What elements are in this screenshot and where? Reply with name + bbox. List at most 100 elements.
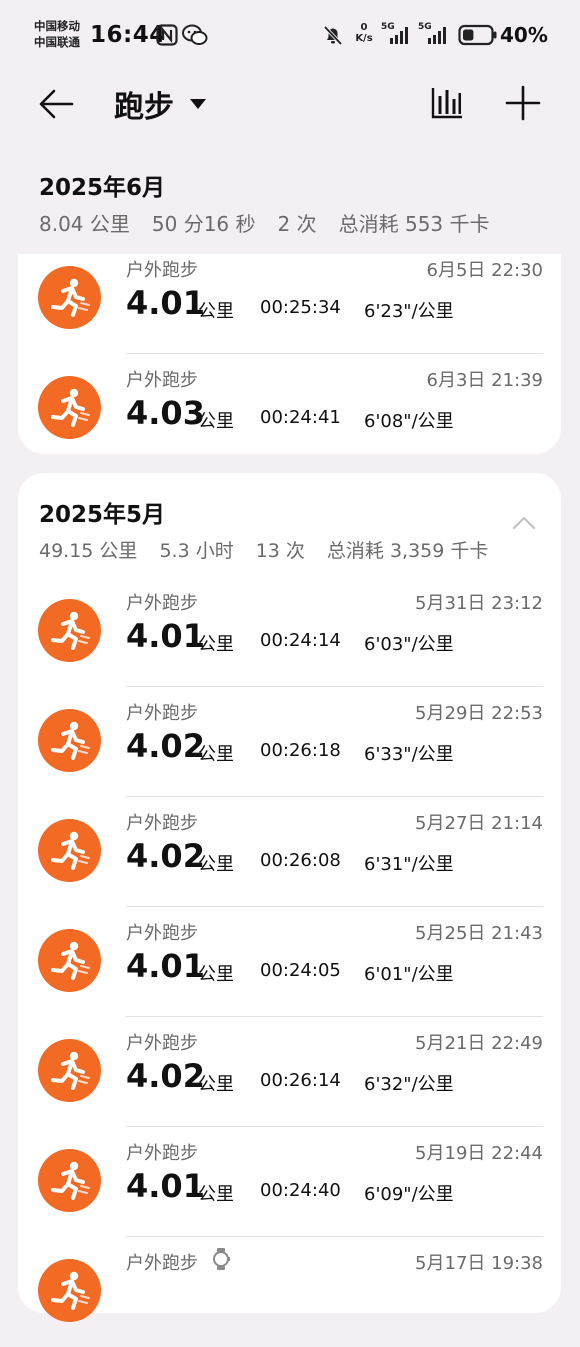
run-distance: 4.01 [126, 284, 205, 322]
carrier-1: 中国移动 [34, 19, 80, 33]
running-icon [38, 599, 101, 662]
carrier-2: 中国联通 [34, 35, 80, 49]
run-record[interactable]: 户外跑步 5月19日 22:44 4.01 公里 00:24:40 6'09"/… [18, 1127, 561, 1237]
run-record[interactable]: 户外跑步 5月17日 19:38 [18, 1237, 561, 1347]
run-type: 户外跑步 [126, 923, 198, 944]
month-duration: 50 分16 秒 [151, 212, 256, 236]
clock: 16:44 [90, 22, 166, 48]
caret-down-icon[interactable] [188, 97, 208, 111]
month-stats-june: 8.04 公里 50 分16 秒 2 次总消耗 553 千卡 [39, 208, 512, 237]
month-card-may: 2025年5月 49.15 公里 5.3 小时 13 次总消耗 3,359 千卡 户… [18, 473, 561, 1322]
running-icon [38, 1039, 101, 1102]
run-unit: 公里 [198, 964, 234, 985]
run-distance: 4.01 [126, 617, 205, 655]
carrier-labels: 中国移动 中国联通 [34, 18, 80, 50]
running-icon [38, 266, 101, 329]
battery-icon [458, 24, 497, 46]
run-pace: 6'23"/公里 [364, 301, 454, 322]
month-calories: 总消耗 3,359 千卡 [326, 540, 489, 562]
run-date: 5月17日 19:38 [415, 1253, 543, 1274]
run-duration: 00:26:08 [260, 850, 341, 871]
signal-icon-2 [428, 27, 446, 44]
run-unit: 公里 [198, 1184, 234, 1205]
run-pace: 6'01"/公里 [364, 964, 454, 985]
run-pace: 6'32"/公里 [364, 1074, 454, 1095]
run-distance: 4.03 [126, 394, 205, 432]
run-distance: 4.02 [126, 837, 205, 875]
run-pace: 6'31"/公里 [364, 854, 454, 875]
run-unit: 公里 [198, 1074, 234, 1095]
run-duration: 00:26:14 [260, 1070, 341, 1091]
run-duration: 00:24:40 [260, 1180, 341, 1201]
running-icon [38, 1259, 101, 1322]
signal-icon [390, 27, 408, 44]
run-date: 5月27日 21:14 [415, 813, 543, 834]
month-stats-may: 49.15 公里 5.3 小时 13 次总消耗 3,359 千卡 [39, 536, 510, 563]
run-unit: 公里 [198, 854, 234, 875]
running-icon [38, 929, 101, 992]
add-icon[interactable] [504, 84, 542, 122]
run-duration: 00:24:05 [260, 960, 341, 981]
run-distance: 4.02 [126, 727, 205, 765]
watch-icon [213, 1248, 230, 1270]
run-duration: 00:25:34 [260, 297, 341, 318]
net-speed: 0 K/s [355, 22, 373, 44]
run-record[interactable]: 户外跑步 5月29日 22:53 4.02 公里 00:26:18 6'33"/… [18, 687, 561, 797]
month-distance: 8.04 公里 [39, 212, 130, 236]
run-type: 户外跑步 [126, 813, 198, 834]
run-record[interactable]: 户外跑步 5月21日 22:49 4.02 公里 00:26:14 6'32"/… [18, 1017, 561, 1127]
chevron-up-icon[interactable] [510, 513, 538, 533]
bar-chart-icon[interactable] [428, 84, 466, 122]
month-calories: 总消耗 553 千卡 [338, 212, 490, 236]
run-record[interactable]: 户外跑步 5月25日 21:43 4.01 公里 00:24:05 6'01"/… [18, 907, 561, 1017]
running-icon [38, 376, 101, 439]
run-record[interactable]: 户外跑步 6月3日 21:39 4.03 公里 00:24:41 6'08"/公… [18, 354, 561, 464]
run-date: 5月25日 21:43 [415, 923, 543, 944]
run-type: 户外跑步 [126, 1033, 198, 1054]
run-distance: 4.01 [126, 947, 205, 985]
run-date: 6月3日 21:39 [426, 370, 544, 391]
mute-bell-icon [323, 25, 343, 46]
run-type: 户外跑步 [126, 260, 198, 281]
run-distance: 4.01 [126, 1167, 205, 1205]
running-icon [38, 1149, 101, 1212]
run-type: 户外跑步 [126, 593, 198, 614]
month-card-june: 户外跑步 6月5日 22:30 4.01 公里 00:25:34 6'23"/公… [18, 254, 561, 454]
run-pace: 6'33"/公里 [364, 744, 454, 765]
running-icon [38, 819, 101, 882]
run-type: 户外跑步 [126, 1253, 198, 1274]
run-pace: 6'08"/公里 [364, 411, 454, 432]
wechat-icon [182, 24, 208, 45]
page-title[interactable]: 跑步 [114, 82, 174, 126]
running-icon [38, 709, 101, 772]
run-duration: 00:26:18 [260, 740, 341, 761]
run-date: 5月31日 23:12 [415, 593, 543, 614]
month-duration: 5.3 小时 [159, 540, 234, 562]
battery-percent: 40% [500, 23, 548, 47]
nfc-icon [156, 24, 178, 46]
run-duration: 00:24:14 [260, 630, 341, 651]
run-pace: 6'03"/公里 [364, 634, 454, 655]
run-record[interactable]: 户外跑步 5月31日 23:12 4.01 公里 00:24:14 6'03"/… [18, 577, 561, 687]
run-date: 6月5日 22:30 [426, 260, 544, 281]
run-record[interactable]: 户外跑步 5月27日 21:14 4.02 公里 00:26:08 6'31"/… [18, 797, 561, 907]
run-distance: 4.02 [126, 1057, 205, 1095]
month-title-may: 2025年5月 [39, 502, 166, 528]
run-unit: 公里 [198, 634, 234, 655]
run-date: 5月21日 22:49 [415, 1033, 543, 1054]
month-distance: 49.15 公里 [39, 540, 138, 562]
run-unit: 公里 [198, 411, 234, 432]
run-date: 5月19日 22:44 [415, 1143, 543, 1164]
run-type: 户外跑步 [126, 370, 198, 391]
run-duration: 00:24:41 [260, 407, 341, 428]
run-unit: 公里 [198, 301, 234, 322]
status-bar: 中国移动 中国联通 16:44 0 K/s 5G 5G 40% [0, 0, 580, 70]
run-pace: 6'09"/公里 [364, 1184, 454, 1205]
run-unit: 公里 [198, 744, 234, 765]
back-arrow-icon[interactable] [36, 84, 76, 124]
month-count: 2 次 [277, 212, 317, 236]
run-date: 5月29日 22:53 [415, 703, 543, 724]
month-count: 13 次 [255, 540, 305, 562]
month-title-june: 2025年6月 [39, 175, 166, 201]
run-record[interactable]: 户外跑步 6月5日 22:30 4.01 公里 00:25:34 6'23"/公… [18, 244, 561, 354]
